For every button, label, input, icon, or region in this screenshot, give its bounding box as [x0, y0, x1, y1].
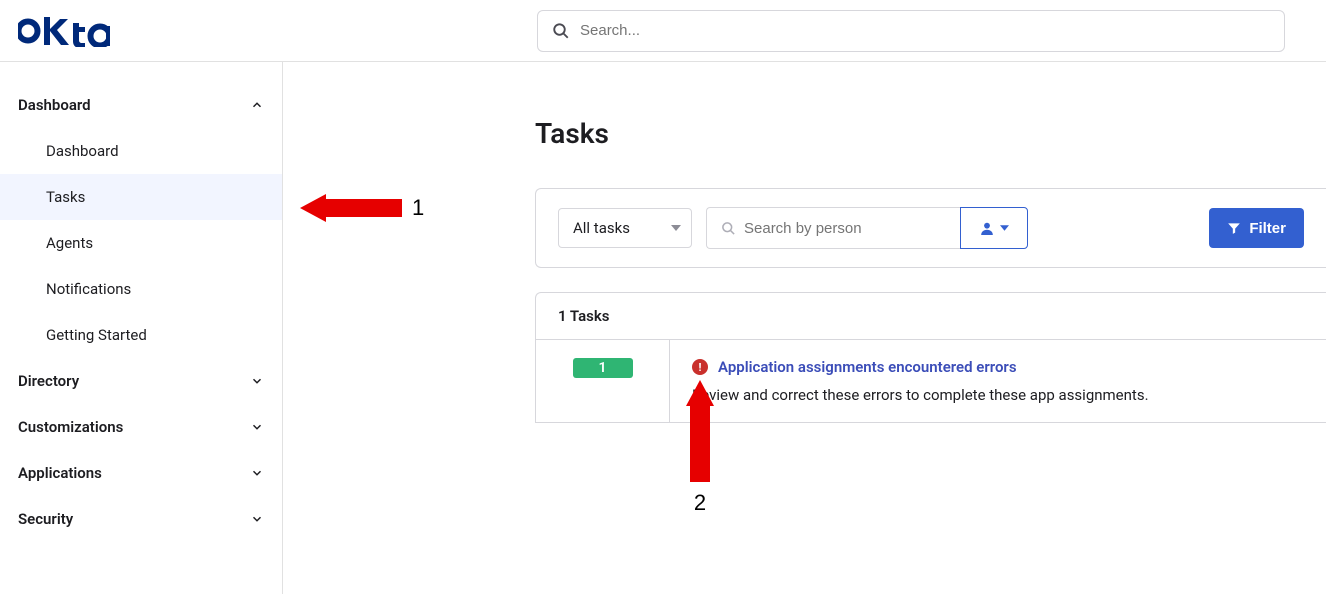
task-description: Review and correct these errors to compl… — [692, 386, 1304, 404]
sidebar-item-notifications[interactable]: Notifications — [0, 266, 282, 312]
tasks-toolbar: All tasks Filter — [535, 188, 1326, 268]
filter-button[interactable]: Filter — [1209, 208, 1304, 248]
sidebar-section-label: Directory — [18, 372, 79, 390]
person-search-box[interactable] — [706, 207, 960, 249]
caret-down-icon — [1000, 225, 1009, 231]
task-type-select-value: All tasks — [573, 219, 630, 237]
task-row: 1 ! Application assignments encountered … — [536, 340, 1326, 423]
tasks-count-header: 1 Tasks — [536, 293, 1326, 340]
tasks-list: 1 Tasks 1 ! Application assignments enco… — [535, 292, 1326, 423]
task-title-link[interactable]: Application assignments encountered erro… — [718, 358, 1017, 376]
person-picker-button[interactable] — [960, 207, 1028, 249]
task-count-badge: 1 — [573, 358, 633, 378]
sidebar-item-getting-started[interactable]: Getting Started — [0, 312, 282, 358]
sidebar-section-label: Security — [18, 510, 73, 528]
sidebar-section-customizations[interactable]: Customizations — [0, 404, 282, 450]
chevron-down-icon — [250, 374, 264, 388]
main-content: Tasks All tasks Filter — [283, 62, 1326, 594]
sidebar-section-applications[interactable]: Applications — [0, 450, 282, 496]
search-icon — [552, 22, 570, 40]
sidebar-section-directory[interactable]: Directory — [0, 358, 282, 404]
filter-button-label: Filter — [1249, 220, 1286, 237]
task-count-cell: 1 — [536, 340, 670, 422]
sidebar-item-dashboard[interactable]: Dashboard — [0, 128, 282, 174]
person-search-input[interactable] — [744, 220, 946, 237]
sidebar-section-label: Customizations — [18, 418, 123, 436]
chevron-down-icon — [250, 420, 264, 434]
task-body: ! Application assignments encountered er… — [670, 340, 1326, 422]
sidebar-item-agents[interactable]: Agents — [0, 220, 282, 266]
task-type-select[interactable]: All tasks — [558, 208, 692, 248]
chevron-up-icon — [250, 98, 264, 112]
search-icon — [721, 221, 736, 236]
chevron-down-icon — [250, 466, 264, 480]
sidebar-item-tasks[interactable]: Tasks — [0, 174, 282, 220]
caret-down-icon — [671, 225, 681, 231]
global-search[interactable] — [537, 10, 1285, 52]
sidebar-section-label: Dashboard — [18, 96, 91, 114]
person-search — [706, 207, 1028, 249]
chevron-down-icon — [250, 512, 264, 526]
brand-logo — [18, 15, 283, 47]
alert-icon: ! — [692, 359, 708, 375]
funnel-icon — [1227, 221, 1241, 235]
sidebar: Dashboard Dashboard Tasks Agents Notific… — [0, 62, 283, 594]
sidebar-section-security[interactable]: Security — [0, 496, 282, 542]
global-search-input[interactable] — [580, 22, 1270, 39]
person-icon — [980, 221, 994, 235]
sidebar-section-dashboard[interactable]: Dashboard — [0, 82, 282, 128]
page-title: Tasks — [535, 117, 1326, 150]
sidebar-section-label: Applications — [18, 464, 102, 482]
